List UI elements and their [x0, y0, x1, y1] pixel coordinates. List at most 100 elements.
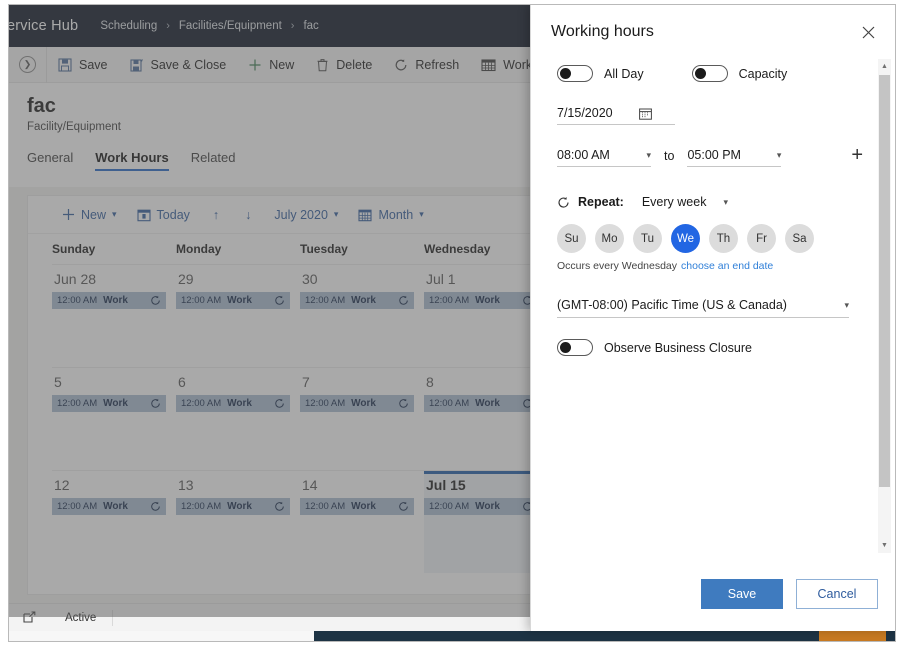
scrollbar-thumb[interactable]: [879, 75, 890, 487]
calendar-day-number: 14: [302, 477, 318, 493]
calendar-today-label: Today: [156, 207, 190, 222]
weekday-th[interactable]: Th: [709, 224, 738, 253]
calendar-event-chip[interactable]: 12:00 AM Work: [176, 292, 290, 309]
calendar-event-chip[interactable]: 12:00 AM Work: [176, 498, 290, 515]
event-label: Work: [475, 398, 500, 409]
taskbar-segment-accent: [819, 631, 886, 641]
calendar-day-cell[interactable]: 5 12:00 AM Work: [52, 368, 176, 470]
calendar-event-chip[interactable]: 12:00 AM Work: [52, 498, 166, 515]
breadcrumb-separator-icon: ›: [166, 20, 170, 32]
calendar-event-chip[interactable]: 12:00 AM Work: [424, 292, 538, 309]
save-and-close-label: Save & Close: [150, 57, 227, 72]
calendar-today-button[interactable]: Today: [127, 200, 200, 230]
arrow-down-icon: ↓: [245, 207, 252, 222]
calendar-day-cell[interactable]: 7 12:00 AM Work: [300, 368, 424, 470]
chevron-down-icon[interactable]: ▾: [723, 197, 728, 208]
repeat-frequency-value[interactable]: Every week: [642, 195, 707, 209]
choose-end-date-link[interactable]: choose an end date: [681, 260, 773, 272]
calendar-day-number: 6: [178, 374, 186, 390]
scroll-up-arrow-icon[interactable]: ▲: [878, 59, 891, 74]
calendar-view-picker[interactable]: Month ▾: [348, 200, 433, 230]
calendar-period-label: July 2020: [274, 207, 328, 222]
weekday-mo[interactable]: Mo: [595, 224, 624, 253]
end-time-value: 05:00 PM: [687, 148, 741, 162]
calendar-day-cell[interactable]: 29 12:00 AM Work: [176, 265, 300, 367]
event-time: 12:00 AM: [181, 295, 222, 306]
scroll-down-arrow-icon[interactable]: ▼: [878, 538, 891, 553]
taskbar-segment-right: [886, 631, 895, 641]
breadcrumb-item-scheduling[interactable]: Scheduling: [100, 20, 157, 32]
weekday-su[interactable]: Su: [557, 224, 586, 253]
breadcrumb-item-fac[interactable]: fac: [303, 20, 318, 32]
chevron-down-icon: ▾: [333, 209, 339, 219]
calendar-event-chip[interactable]: 12:00 AM Work: [424, 395, 538, 412]
calendar-day-cell[interactable]: 13 12:00 AM Work: [176, 471, 300, 573]
event-label: Work: [351, 295, 376, 306]
save-button[interactable]: Save: [701, 579, 783, 609]
end-time-select[interactable]: 05:00 PM ▾: [687, 148, 782, 167]
close-icon[interactable]: [855, 19, 881, 45]
app-window: ervice Hub Scheduling › Facilities/Equip…: [8, 4, 896, 642]
calendar-event-chip[interactable]: 12:00 AM Work: [300, 292, 414, 309]
panel-title: Working hours: [551, 23, 654, 40]
observe-business-closure-label: Observe Business Closure: [604, 340, 752, 355]
event-label: Work: [227, 501, 252, 512]
calendar-day-cell[interactable]: 6 12:00 AM Work: [176, 368, 300, 470]
event-time: 12:00 AM: [181, 398, 222, 409]
observe-business-closure-toggle[interactable]: [557, 339, 593, 356]
tab-work-hours[interactable]: Work Hours: [95, 150, 170, 171]
calendar-day-cell[interactable]: Jun 28 12:00 AM Work: [52, 265, 176, 367]
tab-related[interactable]: Related: [191, 150, 236, 171]
weekday-we[interactable]: We: [671, 224, 700, 253]
calendar-event-chip[interactable]: 12:00 AM Work: [176, 395, 290, 412]
calendar-new-button[interactable]: New ▾: [52, 200, 127, 230]
capacity-toggle[interactable]: [691, 65, 728, 82]
calendar-next-button[interactable]: ↓: [232, 200, 264, 230]
calendar-event-chip[interactable]: 12:00 AM Work: [52, 292, 166, 309]
calendar-event-chip[interactable]: 12:00 AM Work: [424, 498, 538, 515]
all-day-label: All Day: [604, 66, 644, 81]
expand-panel-button[interactable]: ❯: [9, 46, 47, 83]
breadcrumb-item-facilities[interactable]: Facilities/Equipment: [179, 20, 282, 32]
calendar-day-cell[interactable]: 30 12:00 AM Work: [300, 265, 424, 367]
refresh-button[interactable]: Refresh: [383, 47, 470, 83]
save-and-close-button[interactable]: Save & Close: [119, 47, 238, 83]
calendar-day-number: Jul 1: [426, 271, 456, 287]
calendar-day-cell[interactable]: 12 12:00 AM Work: [52, 471, 176, 573]
calendar-event-chip[interactable]: 12:00 AM Work: [300, 498, 414, 515]
tab-general[interactable]: General: [27, 150, 73, 171]
trash-icon: [316, 58, 329, 72]
weekday-sa[interactable]: Sa: [785, 224, 814, 253]
weekday-fr[interactable]: Fr: [747, 224, 776, 253]
delete-button[interactable]: Delete: [305, 47, 383, 83]
toggle-knob: [560, 68, 571, 79]
add-time-range-button[interactable]: +: [851, 145, 863, 167]
cancel-button[interactable]: Cancel: [796, 579, 878, 609]
event-label: Work: [227, 295, 252, 306]
event-label: Work: [351, 398, 376, 409]
calendar-day-cell[interactable]: 14 12:00 AM Work: [300, 471, 424, 573]
calendar-icon[interactable]: [638, 107, 652, 120]
start-time-select[interactable]: 08:00 AM ▾: [557, 148, 651, 167]
app-name-label: ervice Hub: [8, 18, 79, 34]
calendar-view-label: Month: [378, 207, 414, 222]
popout-icon[interactable]: [9, 611, 49, 624]
date-value: 7/15/2020: [557, 106, 613, 120]
calendar-previous-button[interactable]: ↑: [200, 200, 232, 230]
toggle-knob: [560, 342, 571, 353]
arrow-up-icon: ↑: [212, 207, 220, 222]
date-field[interactable]: 7/15/2020: [557, 106, 675, 125]
all-day-toggle[interactable]: [557, 65, 593, 82]
calendar-event-chip[interactable]: 12:00 AM Work: [52, 395, 166, 412]
event-time: 12:00 AM: [181, 501, 222, 512]
calendar-period-picker[interactable]: July 2020 ▾: [264, 200, 348, 230]
timezone-select[interactable]: (GMT-08:00) Pacific Time (US & Canada) ▾: [557, 298, 849, 318]
plus-icon: [248, 58, 262, 72]
new-button[interactable]: New: [237, 47, 305, 83]
save-button[interactable]: Save: [47, 47, 119, 83]
event-time: 12:00 AM: [305, 295, 346, 306]
calendar-day-number: 13: [178, 477, 194, 493]
weekday-tu[interactable]: Tu: [633, 224, 662, 253]
calendar-event-chip[interactable]: 12:00 AM Work: [300, 395, 414, 412]
panel-scrollbar[interactable]: ▲ ▼: [878, 59, 891, 553]
